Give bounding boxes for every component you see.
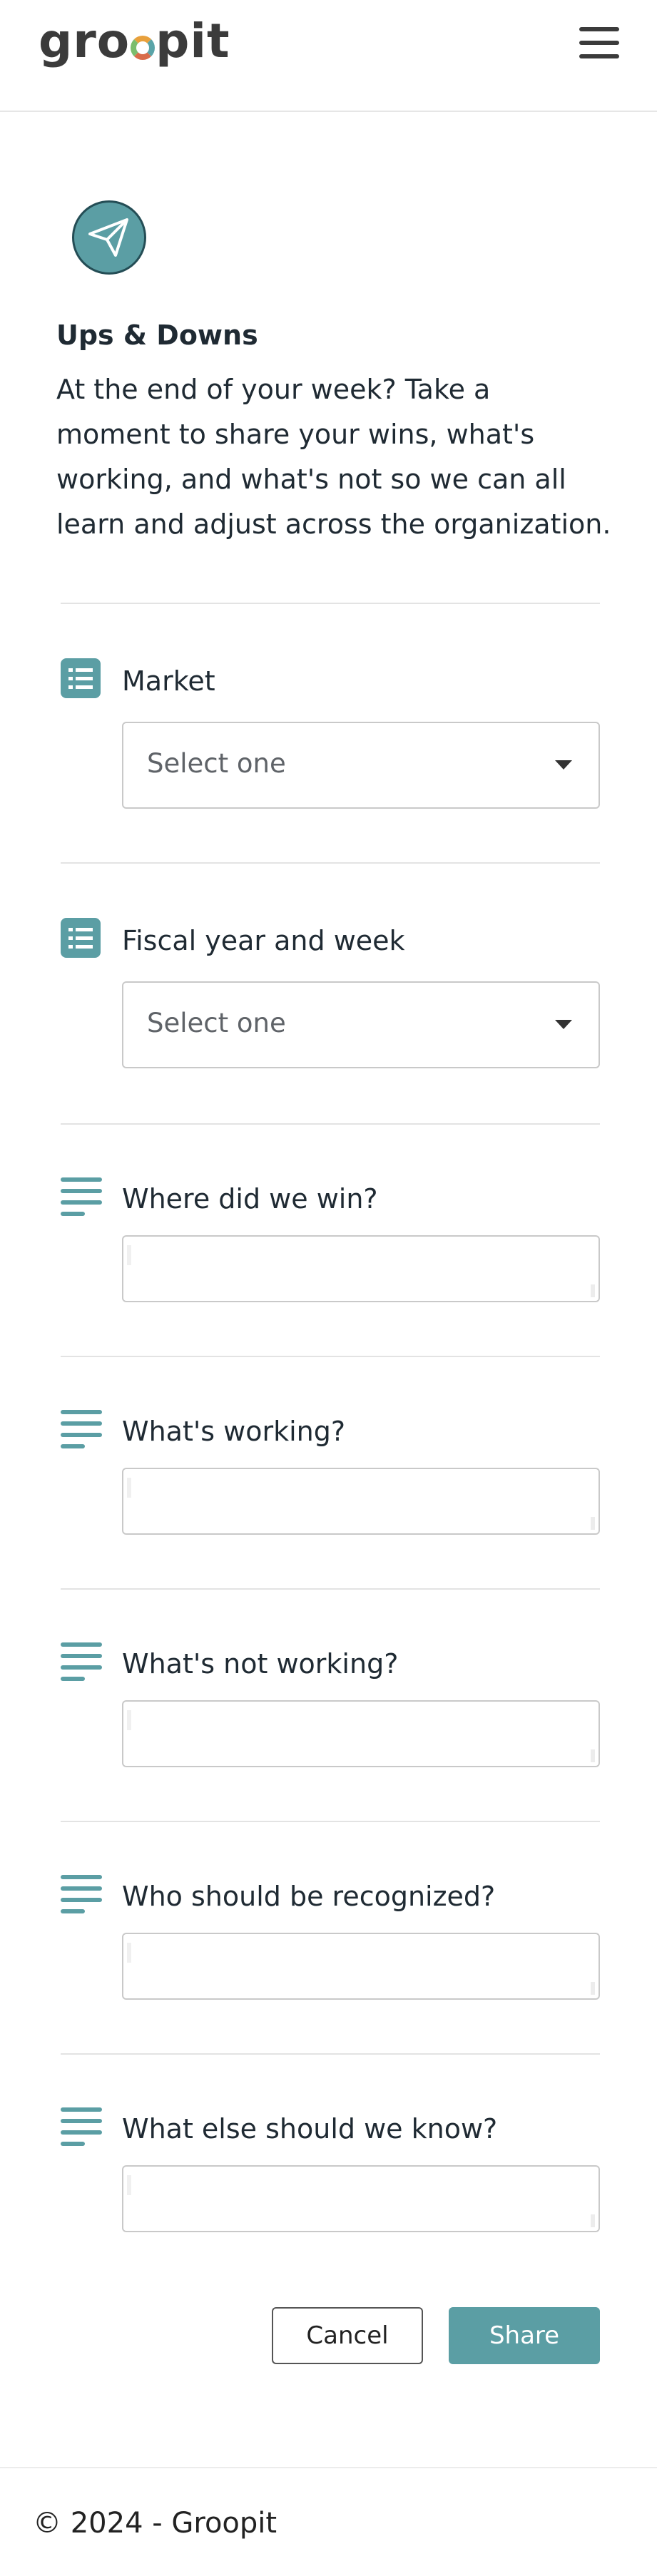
input-edge [127, 1478, 131, 1498]
whats-not-working-label: What's not working? [122, 1648, 399, 1680]
resize-handle-icon[interactable] [591, 1284, 595, 1297]
share-button[interactable]: Share [449, 2307, 600, 2364]
list-icon [61, 918, 101, 958]
copyright-text: © 2024 - Groopit [33, 2507, 277, 2540]
market-select[interactable]: Select one [122, 722, 600, 809]
text-lines-icon [61, 1410, 102, 1448]
where-win-input[interactable] [122, 1235, 600, 1302]
resize-handle-icon[interactable] [591, 1749, 595, 1762]
text-lines-icon [61, 1875, 102, 1913]
paper-plane-icon [72, 200, 146, 275]
divider [61, 1588, 600, 1590]
fiscal-week-select[interactable]: Select one [122, 981, 600, 1068]
divider [61, 603, 600, 604]
market-select-placeholder: Select one [147, 748, 286, 779]
chevron-down-icon [555, 1020, 572, 1029]
groopit-logo[interactable]: gro pit [39, 13, 230, 70]
divider [61, 2053, 600, 2055]
anything-else-label: What else should we know? [122, 2113, 498, 2145]
market-label: Market [122, 665, 215, 697]
list-icon [61, 658, 101, 698]
recognized-label: Who should be recognized? [122, 1881, 496, 1912]
fiscal-week-label: Fiscal year and week [122, 925, 405, 956]
divider [61, 1821, 600, 1822]
resize-handle-icon[interactable] [591, 2214, 595, 2227]
input-edge [127, 1710, 131, 1730]
text-lines-icon [61, 2107, 102, 2146]
form-title: Ups & Downs [56, 320, 258, 351]
whats-not-working-input[interactable] [122, 1700, 600, 1767]
divider [61, 1356, 600, 1357]
app-header: gro pit [0, 0, 657, 112]
form-intro: At the end of your week? Take a moment t… [56, 374, 611, 540]
resize-handle-icon[interactable] [591, 1517, 595, 1530]
cancel-button[interactable]: Cancel [272, 2307, 423, 2364]
resize-handle-icon[interactable] [591, 1982, 595, 1995]
whats-working-input[interactable] [122, 1468, 600, 1535]
input-edge [127, 1943, 131, 1963]
input-edge [127, 2175, 131, 2195]
text-lines-icon [61, 1642, 102, 1681]
chevron-down-icon [555, 760, 572, 770]
hamburger-icon[interactable] [579, 27, 621, 58]
whats-working-label: What's working? [122, 1416, 346, 1447]
recognized-input[interactable] [122, 1933, 600, 2000]
anything-else-input[interactable] [122, 2165, 600, 2232]
divider [61, 1123, 600, 1125]
text-lines-icon [61, 1177, 102, 1216]
input-edge [127, 1245, 131, 1265]
fiscal-week-select-placeholder: Select one [147, 1008, 286, 1038]
divider [61, 862, 600, 864]
where-win-label: Where did we win? [122, 1183, 378, 1215]
